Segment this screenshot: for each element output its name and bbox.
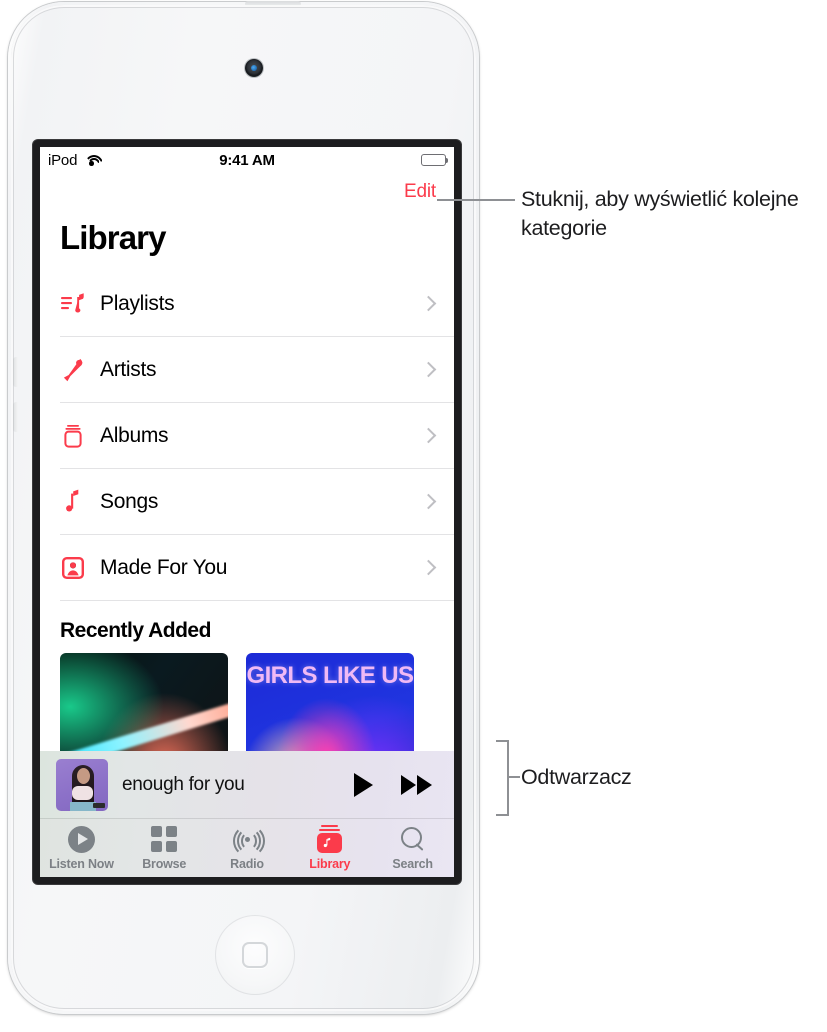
- magnifier-icon: [400, 824, 426, 854]
- library-list: Playlists Artists Albums Songs Made For …: [40, 271, 454, 601]
- tab-radio[interactable]: Radio: [206, 824, 289, 871]
- callout-bracket-stem: [508, 776, 520, 778]
- broadcast-waves-icon: [231, 824, 266, 857]
- page-title: Library: [60, 219, 166, 256]
- music-note-icon: [60, 489, 100, 515]
- tab-label: Radio: [230, 857, 264, 871]
- recently-added-heading: Recently Added: [60, 619, 211, 642]
- list-item-artists[interactable]: Artists: [60, 337, 454, 403]
- tab-label: Search: [392, 857, 433, 871]
- now-playing-artwork[interactable]: [56, 758, 108, 811]
- device-screen: iPod 9:41 AM Edit Library Playlists Arti…: [40, 147, 454, 877]
- mini-player[interactable]: enough for you: [40, 751, 454, 819]
- library-music-icon: [316, 824, 343, 854]
- list-item-label: Made For You: [100, 555, 228, 579]
- callout-bracket-player: [496, 740, 509, 816]
- tab-bar: Listen Now Browse Radio Library Search: [40, 819, 454, 877]
- album-stack-icon: [60, 423, 100, 449]
- list-item-made-for-you[interactable]: Made For You: [60, 535, 454, 601]
- volume-up-button[interactable]: [13, 357, 18, 387]
- callout-leader-line-edit: [437, 199, 515, 201]
- status-bar-clock: 9:41 AM: [219, 151, 275, 169]
- microphone-icon: [60, 357, 100, 383]
- volume-down-button[interactable]: [13, 402, 18, 432]
- grid-squares-icon: [151, 824, 178, 854]
- chevron-right-icon: [420, 559, 437, 576]
- list-item-albums[interactable]: Albums: [60, 403, 454, 469]
- playlist-note-icon: [60, 291, 100, 317]
- chevron-right-icon: [420, 361, 437, 378]
- tab-label: Browse: [142, 857, 187, 871]
- fast-forward-icon: [401, 774, 416, 795]
- tab-search[interactable]: Search: [371, 824, 454, 871]
- callout-player-text: Odtwarzacz: [521, 765, 632, 789]
- fast-forward-icon-second: [417, 774, 432, 795]
- person-card-icon: [60, 555, 100, 581]
- tab-library[interactable]: Library: [288, 824, 371, 871]
- status-bar: iPod 9:41 AM: [40, 147, 454, 173]
- now-playing-title: enough for you: [122, 773, 245, 795]
- status-bar-right: [421, 153, 449, 167]
- list-item-songs[interactable]: Songs: [60, 469, 454, 535]
- list-item-label: Playlists: [100, 291, 175, 315]
- list-item-playlists[interactable]: Playlists: [60, 271, 454, 337]
- play-circle-icon: [67, 824, 95, 854]
- front-camera-icon: [245, 59, 263, 77]
- power-button[interactable]: [245, 1, 301, 7]
- battery-icon: [421, 153, 449, 167]
- home-button[interactable]: [215, 915, 295, 995]
- navigation-bar: Edit: [40, 173, 454, 211]
- callout-edit-text: Stuknij, aby wyświetlić kolejne kategori…: [521, 187, 799, 241]
- tab-label: Listen Now: [49, 857, 114, 871]
- list-item-label: Albums: [100, 423, 169, 447]
- chevron-right-icon: [420, 493, 437, 510]
- next-track-button[interactable]: [401, 774, 432, 795]
- chevron-right-icon: [420, 295, 437, 312]
- list-item-label: Artists: [100, 357, 157, 381]
- play-icon: [354, 772, 373, 797]
- tab-label: Library: [309, 857, 351, 871]
- edit-button[interactable]: Edit: [404, 181, 436, 203]
- tab-listen-now[interactable]: Listen Now: [40, 824, 123, 871]
- list-item-label: Songs: [100, 489, 159, 513]
- play-button[interactable]: [354, 772, 373, 797]
- tab-browse[interactable]: Browse: [123, 824, 206, 871]
- album-art-caption: GIRLS LIKE US: [246, 662, 414, 689]
- chevron-right-icon: [420, 427, 437, 444]
